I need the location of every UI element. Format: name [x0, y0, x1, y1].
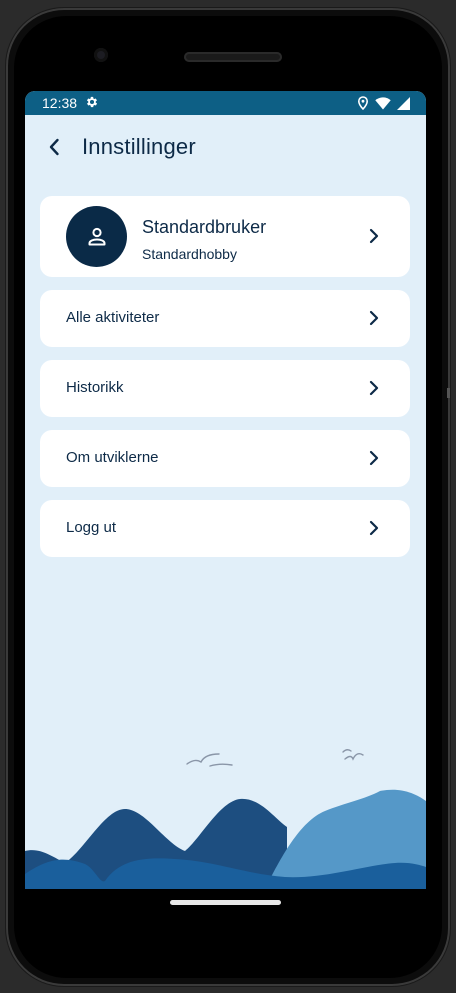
- app-screen: 12:38 Innstillinger Standardbruker Stand…: [25, 91, 426, 889]
- back-button[interactable]: [42, 135, 66, 159]
- menu-item-all-activities[interactable]: Alle aktiviteter: [40, 290, 410, 347]
- settings-gear-icon: [86, 96, 98, 108]
- wifi-icon: [375, 96, 391, 109]
- profile-name: Standardbruker: [142, 217, 267, 237]
- menu-item-logout[interactable]: Logg ut: [40, 500, 410, 557]
- home-indicator[interactable]: [170, 900, 281, 905]
- earpiece-speaker: [184, 52, 282, 62]
- chevron-right-icon: [369, 520, 379, 536]
- page-title: Innstillinger: [82, 134, 196, 159]
- user-icon: [88, 227, 105, 245]
- chevron-right-icon: [369, 228, 379, 244]
- menu-item-about-developers[interactable]: Om utviklerne: [40, 430, 410, 487]
- avatar: [66, 206, 127, 267]
- chevron-right-icon: [369, 450, 379, 466]
- seagull-icon: [186, 749, 364, 767]
- chevron-right-icon: [369, 380, 379, 396]
- status-time: 12:38: [42, 95, 78, 111]
- side-button[interactable]: [447, 388, 450, 398]
- menu-item-label: Logg ut: [66, 519, 117, 536]
- menu-item-label: Historikk: [66, 379, 124, 396]
- location-icon: [357, 96, 369, 110]
- front-camera: [94, 48, 108, 62]
- menu-item-history[interactable]: Historikk: [40, 360, 410, 417]
- signal-icon: [397, 96, 410, 110]
- profile-hobby: Standardhobby: [142, 246, 237, 262]
- app-bar: Innstillinger: [25, 115, 426, 181]
- status-icons: [357, 95, 410, 111]
- status-bar: 12:38: [25, 91, 426, 115]
- menu-item-label: Alle aktiviteter: [66, 309, 160, 326]
- chevron-right-icon: [369, 310, 379, 326]
- back-arrow-icon: [49, 138, 59, 156]
- profile-card[interactable]: Standardbruker Standardhobby: [40, 196, 410, 277]
- menu-item-label: Om utviklerne: [66, 449, 159, 466]
- mountain-landscape-illustration: [25, 749, 426, 889]
